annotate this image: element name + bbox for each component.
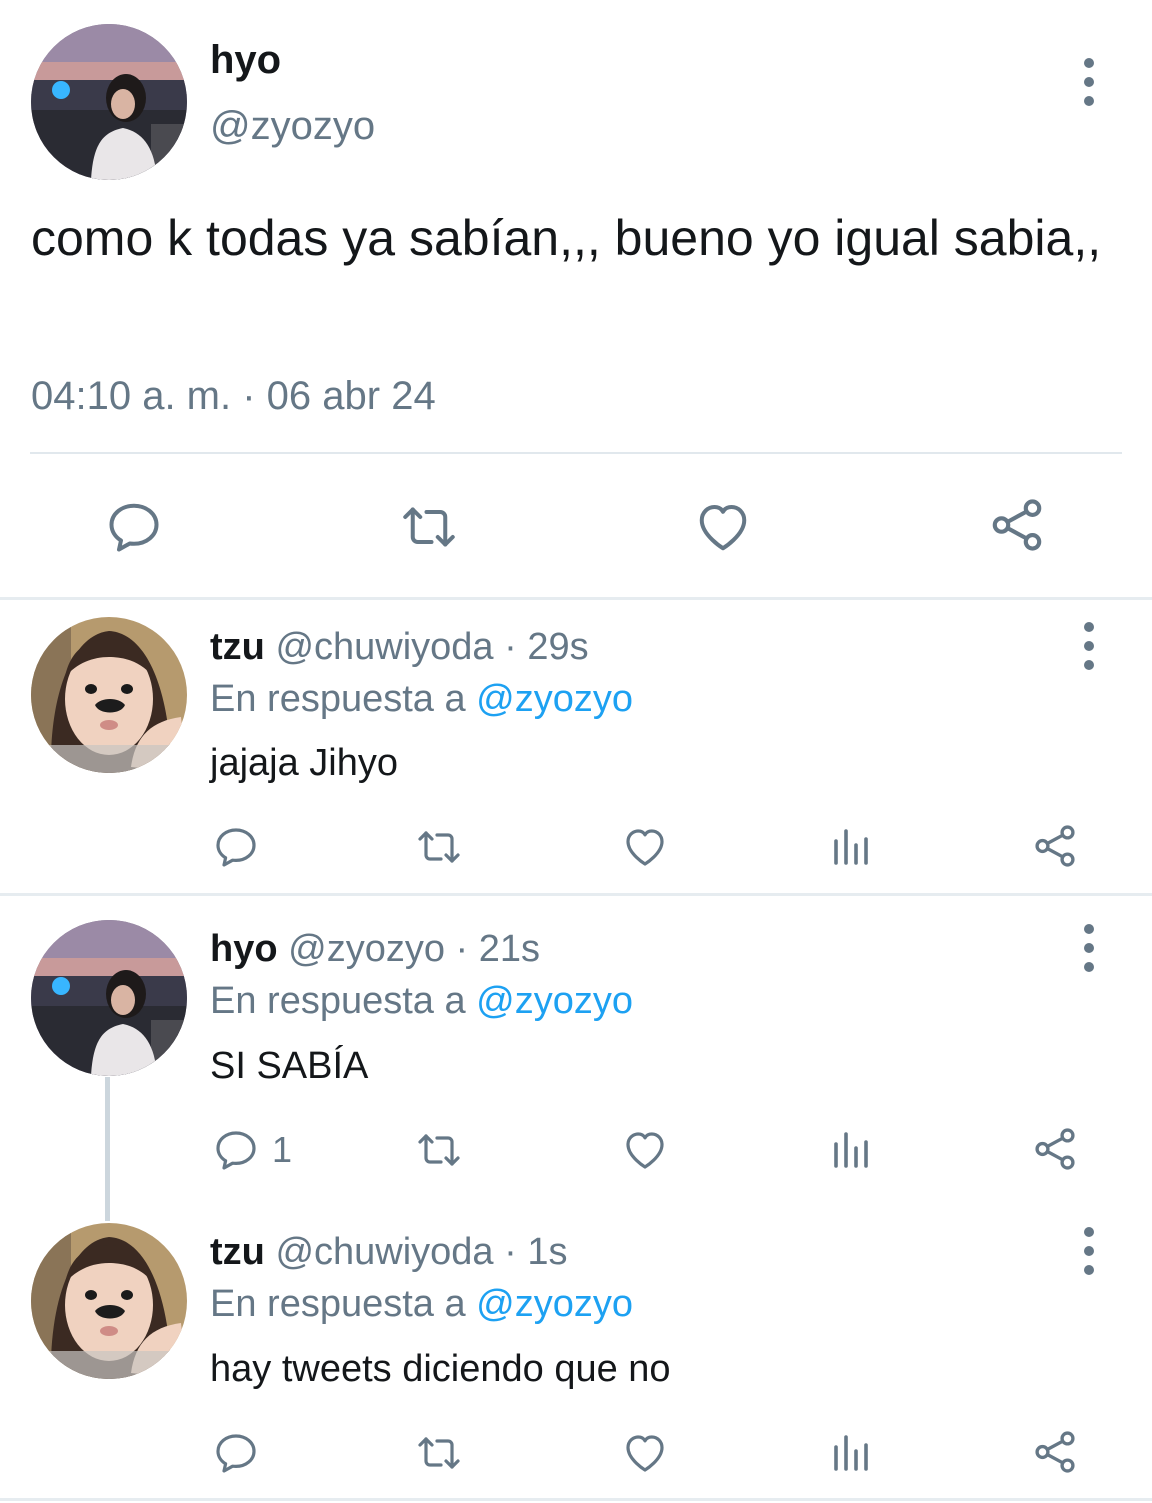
avatar-tzu[interactable]: [31, 1223, 187, 1379]
reply-context: En respuesta a @zyozyo: [210, 980, 633, 1023]
section-separator: [0, 1498, 1152, 1501]
more-options-icon[interactable]: [1079, 918, 1099, 978]
reply-time: 29s: [527, 626, 589, 668]
divider: [30, 452, 1122, 454]
tweet-timestamp: 04:10 a. m. · 06 abr 24: [31, 374, 436, 418]
separator-dot: ·: [455, 928, 469, 970]
share-icon[interactable]: [1030, 1427, 1080, 1477]
retweet-icon[interactable]: [396, 497, 462, 557]
mention-link[interactable]: @zyozyo: [476, 678, 633, 720]
reply-author-name[interactable]: tzu: [210, 626, 265, 668]
reply-header: hyo @zyozyo · 21s: [210, 928, 540, 971]
reply-prefix: En respuesta a: [210, 678, 466, 720]
comment-icon[interactable]: 1: [212, 1126, 292, 1174]
reply-time: 21s: [478, 928, 541, 970]
heart-icon[interactable]: [620, 1126, 670, 1174]
comment-icon[interactable]: [212, 823, 272, 871]
author-name[interactable]: hyo: [210, 38, 281, 83]
mention-link[interactable]: @zyozyo: [476, 1283, 633, 1325]
reply-text: SI SABÍA: [210, 1045, 369, 1087]
separator-dot: ·: [504, 626, 517, 668]
heart-icon[interactable]: [620, 1429, 670, 1477]
retweet-icon[interactable]: [412, 1126, 466, 1174]
reply-prefix: En respuesta a: [210, 980, 466, 1022]
retweet-icon[interactable]: [412, 1429, 466, 1477]
reply-author-handle[interactable]: @chuwiyoda: [275, 626, 493, 668]
reply-time: 1s: [527, 1231, 568, 1273]
author-handle[interactable]: @zyozyo: [210, 104, 375, 149]
retweet-icon[interactable]: [412, 823, 466, 871]
section-separator: [0, 597, 1152, 600]
reply-header: tzu @chuwiyoda · 1s: [210, 1231, 568, 1274]
share-icon[interactable]: [1030, 1124, 1080, 1174]
section-separator: [0, 893, 1152, 896]
mention-link[interactable]: @zyozyo: [476, 980, 633, 1022]
reply-header: tzu @chuwiyoda · 29s: [210, 626, 589, 669]
more-options-icon[interactable]: [1079, 616, 1099, 676]
views-icon[interactable]: [826, 823, 874, 871]
more-options-icon[interactable]: [1079, 1221, 1099, 1281]
reply-author-handle[interactable]: @chuwiyoda: [275, 1231, 493, 1273]
reply-context: En respuesta a @zyozyo: [210, 1283, 633, 1326]
reply-prefix: En respuesta a: [210, 1283, 466, 1325]
heart-icon[interactable]: [692, 497, 754, 557]
comment-icon[interactable]: [212, 1429, 272, 1477]
separator-dot: ·: [504, 1231, 517, 1273]
heart-icon[interactable]: [620, 823, 670, 871]
views-icon[interactable]: [826, 1429, 874, 1477]
avatar-hyo[interactable]: [31, 920, 187, 1076]
reply-author-name[interactable]: tzu: [210, 1231, 265, 1273]
share-icon[interactable]: [1030, 821, 1080, 871]
reply-context: En respuesta a @zyozyo: [210, 678, 633, 721]
tweet-text: como k todas ya sabían,,, bueno yo igual…: [31, 210, 1102, 266]
more-options-icon[interactable]: [1079, 52, 1099, 112]
reply-author-handle[interactable]: @zyozyo: [288, 928, 445, 970]
thread-line: [105, 1077, 110, 1221]
comment-icon[interactable]: [104, 497, 164, 557]
reply-text: hay tweets diciendo que no: [210, 1348, 671, 1390]
avatar-hyo[interactable]: [31, 24, 187, 180]
avatar-tzu[interactable]: [31, 617, 187, 773]
reply-text: jajaja Jihyo: [210, 742, 398, 784]
share-icon[interactable]: [986, 494, 1048, 556]
comment-count: 1: [272, 1129, 293, 1170]
reply-author-name[interactable]: hyo: [210, 928, 278, 970]
views-icon[interactable]: [826, 1126, 874, 1174]
